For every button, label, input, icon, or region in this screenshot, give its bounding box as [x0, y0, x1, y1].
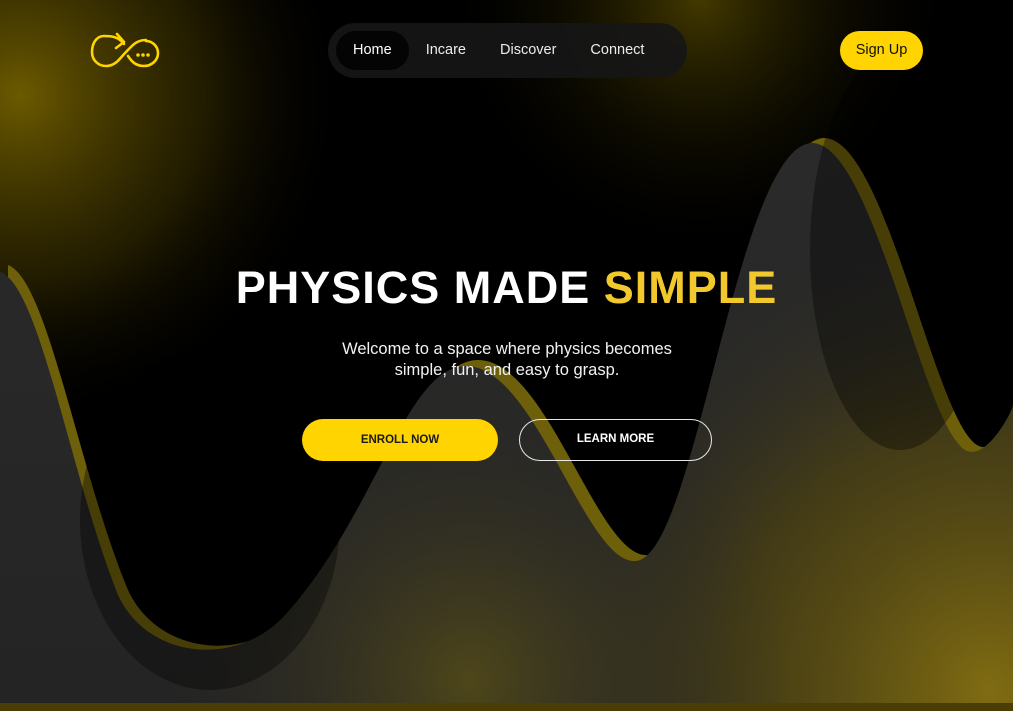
hero-subtitle: Welcome to a space where physics becomes…: [306, 339, 708, 381]
main-nav: Home Incare Discover Connect: [328, 23, 687, 78]
hero-title-accent: SIMPLE: [603, 262, 778, 313]
enroll-now-button[interactable]: ENROLL NOW: [302, 419, 498, 461]
nav-home[interactable]: Home: [336, 31, 409, 70]
sign-up-button[interactable]: Sign Up: [840, 31, 923, 70]
hero-subtitle-line-2: simple, fun, and easy to grasp.: [394, 361, 620, 379]
learn-more-button[interactable]: LEARN MORE: [519, 419, 712, 461]
logo-infinity-icon[interactable]: [90, 30, 162, 72]
hero-title-main: PHYSICS MADE: [235, 262, 604, 313]
landing-page: Home Incare Discover Connect Sign Up PHY…: [0, 0, 1013, 711]
nav-connect[interactable]: Connect: [573, 31, 661, 70]
nav-discover[interactable]: Discover: [483, 31, 573, 70]
hero-subtitle-line-1: Welcome to a space where physics becomes: [342, 340, 672, 358]
hero-title: PHYSICS MADE SIMPLE: [0, 262, 1013, 314]
nav-incare[interactable]: Incare: [409, 31, 483, 70]
